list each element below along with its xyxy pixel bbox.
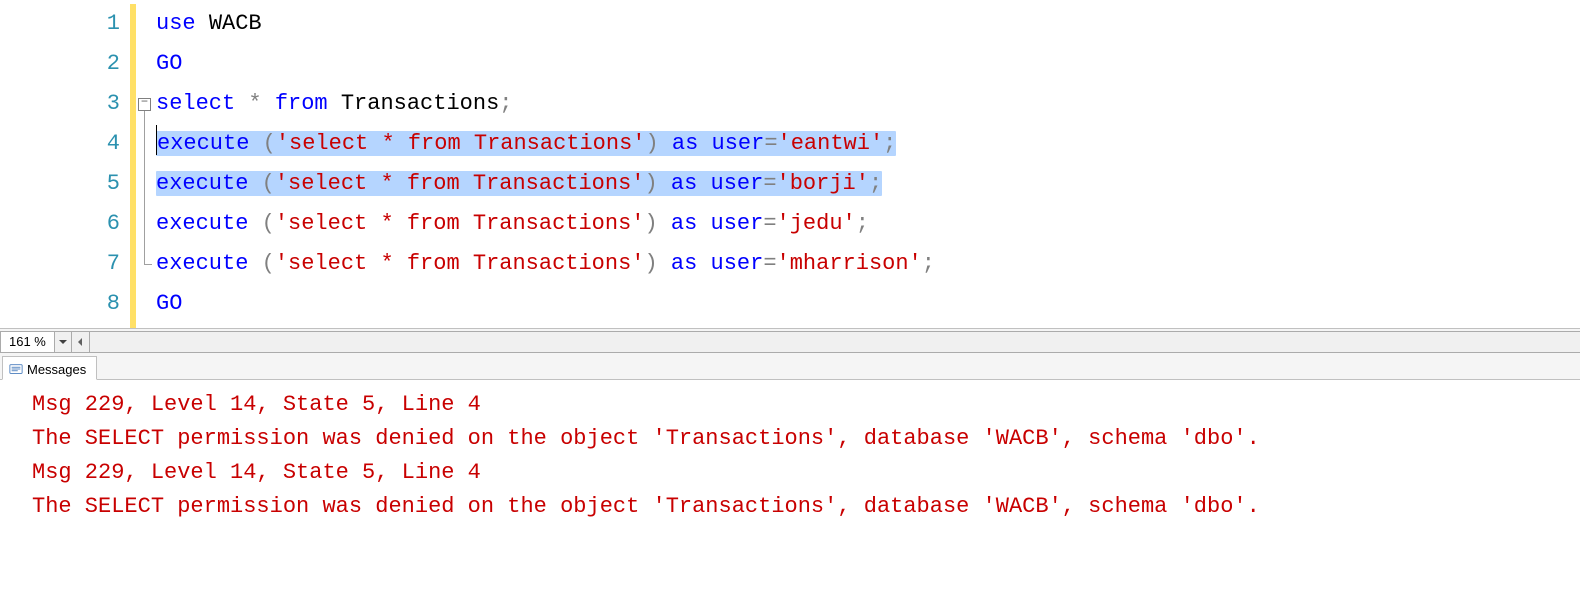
token-id: Transactions	[341, 91, 499, 116]
fold-cell	[136, 164, 156, 204]
token-str: 'select * from Transactions'	[276, 131, 646, 156]
message-line: The SELECT permission was denied on the …	[32, 422, 1580, 456]
fold-cell	[136, 4, 156, 44]
triangle-left-icon	[76, 338, 84, 346]
messages-icon	[9, 362, 23, 376]
token-op: ;	[499, 91, 512, 116]
token-kw: execute	[156, 251, 248, 276]
token-str: 'mharrison'	[777, 251, 922, 276]
line-number: 4	[0, 124, 126, 164]
code-text-area[interactable]: use WACBGOselect * from Transactions;exe…	[156, 0, 1580, 328]
code-line[interactable]: execute ('select * from Transactions') a…	[156, 204, 1580, 244]
code-line[interactable]: use WACB	[156, 4, 1580, 44]
token-kw: use	[156, 11, 196, 36]
fold-cell	[136, 204, 156, 244]
token-kw: as	[671, 171, 697, 196]
token-op: (	[262, 251, 275, 276]
token-op: )	[646, 131, 659, 156]
token-kw: from	[275, 91, 328, 116]
code-line[interactable]: GO	[156, 44, 1580, 84]
token-op: (	[262, 211, 275, 236]
code-line[interactable]: execute ('select * from Transactions') a…	[156, 164, 1580, 204]
line-number: 8	[0, 284, 126, 324]
message-line: Msg 229, Level 14, State 5, Line 4	[32, 456, 1580, 490]
code-line[interactable]: execute ('select * from Transactions') a…	[156, 244, 1580, 284]
token-kw: as	[671, 251, 697, 276]
zoom-dropdown-button[interactable]	[54, 331, 72, 353]
token-str: 'select * from Transactions'	[275, 211, 645, 236]
token-id: WACB	[209, 11, 262, 36]
token-kw: user	[711, 171, 764, 196]
code-line[interactable]: GO	[156, 284, 1580, 324]
code-editor[interactable]: 12345678 use WACB GO select * from Transac…	[0, 0, 1580, 328]
token-kw: as	[671, 211, 697, 236]
token-op: ;	[922, 251, 935, 276]
token-str: 'jedu'	[777, 211, 856, 236]
line-number: 2	[0, 44, 126, 84]
results-tabstrip: Messages	[0, 354, 1580, 380]
hscroll-track[interactable]	[90, 331, 1580, 353]
token-str: 'eantwi'	[778, 131, 884, 156]
token-op: *	[248, 91, 261, 116]
token-kw: execute	[157, 131, 249, 156]
fold-cell	[136, 44, 156, 84]
token-op: (	[263, 131, 276, 156]
code-line[interactable]: execute ('select * from Transactions') a…	[156, 124, 1580, 164]
token-str: 'select * from Transactions'	[275, 251, 645, 276]
hscroll-left-button[interactable]	[72, 331, 90, 353]
token-op: ;	[856, 211, 869, 236]
token-op: )	[645, 171, 658, 196]
token-kw: GO	[156, 51, 182, 76]
token-op: )	[645, 211, 658, 236]
token-str: 'select * from Transactions'	[275, 171, 645, 196]
message-line: Msg 229, Level 14, State 5, Line 4	[32, 388, 1580, 422]
token-kw: execute	[156, 211, 248, 236]
token-kw: select	[156, 91, 235, 116]
message-line: The SELECT permission was denied on the …	[32, 490, 1580, 524]
line-number: 1	[0, 4, 126, 44]
code-line[interactable]: select * from Transactions;	[156, 84, 1580, 124]
token-op: =	[764, 131, 777, 156]
token-str: 'borji'	[777, 171, 869, 196]
fold-toggle[interactable]	[138, 98, 151, 111]
token-op: =	[763, 211, 776, 236]
token-op: ;	[883, 131, 896, 156]
token-op: (	[262, 171, 275, 196]
fold-cell	[136, 84, 156, 124]
tab-messages[interactable]: Messages	[2, 356, 97, 380]
token-kw: user	[711, 211, 764, 236]
line-number: 3	[0, 84, 126, 124]
token-kw: user	[712, 131, 765, 156]
sql-editor: 12345678 use WACB GO select * from Transac…	[0, 0, 1580, 524]
fold-cell	[136, 244, 156, 284]
token-op: =	[763, 171, 776, 196]
code-folding-column	[136, 0, 156, 328]
zoom-bar: 161 %	[0, 328, 1580, 354]
messages-output[interactable]: Msg 229, Level 14, State 5, Line 4The SE…	[0, 380, 1580, 524]
fold-cell	[136, 124, 156, 164]
tab-messages-label: Messages	[27, 362, 86, 377]
token-op: =	[763, 251, 776, 276]
token-op: )	[645, 251, 658, 276]
token-kw: as	[672, 131, 698, 156]
token-kw: execute	[156, 171, 248, 196]
fold-cell	[136, 284, 156, 324]
token-kw: user	[711, 251, 764, 276]
token-kw: GO	[156, 291, 182, 316]
zoom-level[interactable]: 161 %	[0, 331, 54, 353]
line-number-gutter: 12345678	[0, 0, 130, 328]
token-op: ;	[869, 171, 882, 196]
line-number: 5	[0, 164, 126, 204]
line-number: 6	[0, 204, 126, 244]
chevron-down-icon	[59, 338, 67, 346]
line-number: 7	[0, 244, 126, 284]
